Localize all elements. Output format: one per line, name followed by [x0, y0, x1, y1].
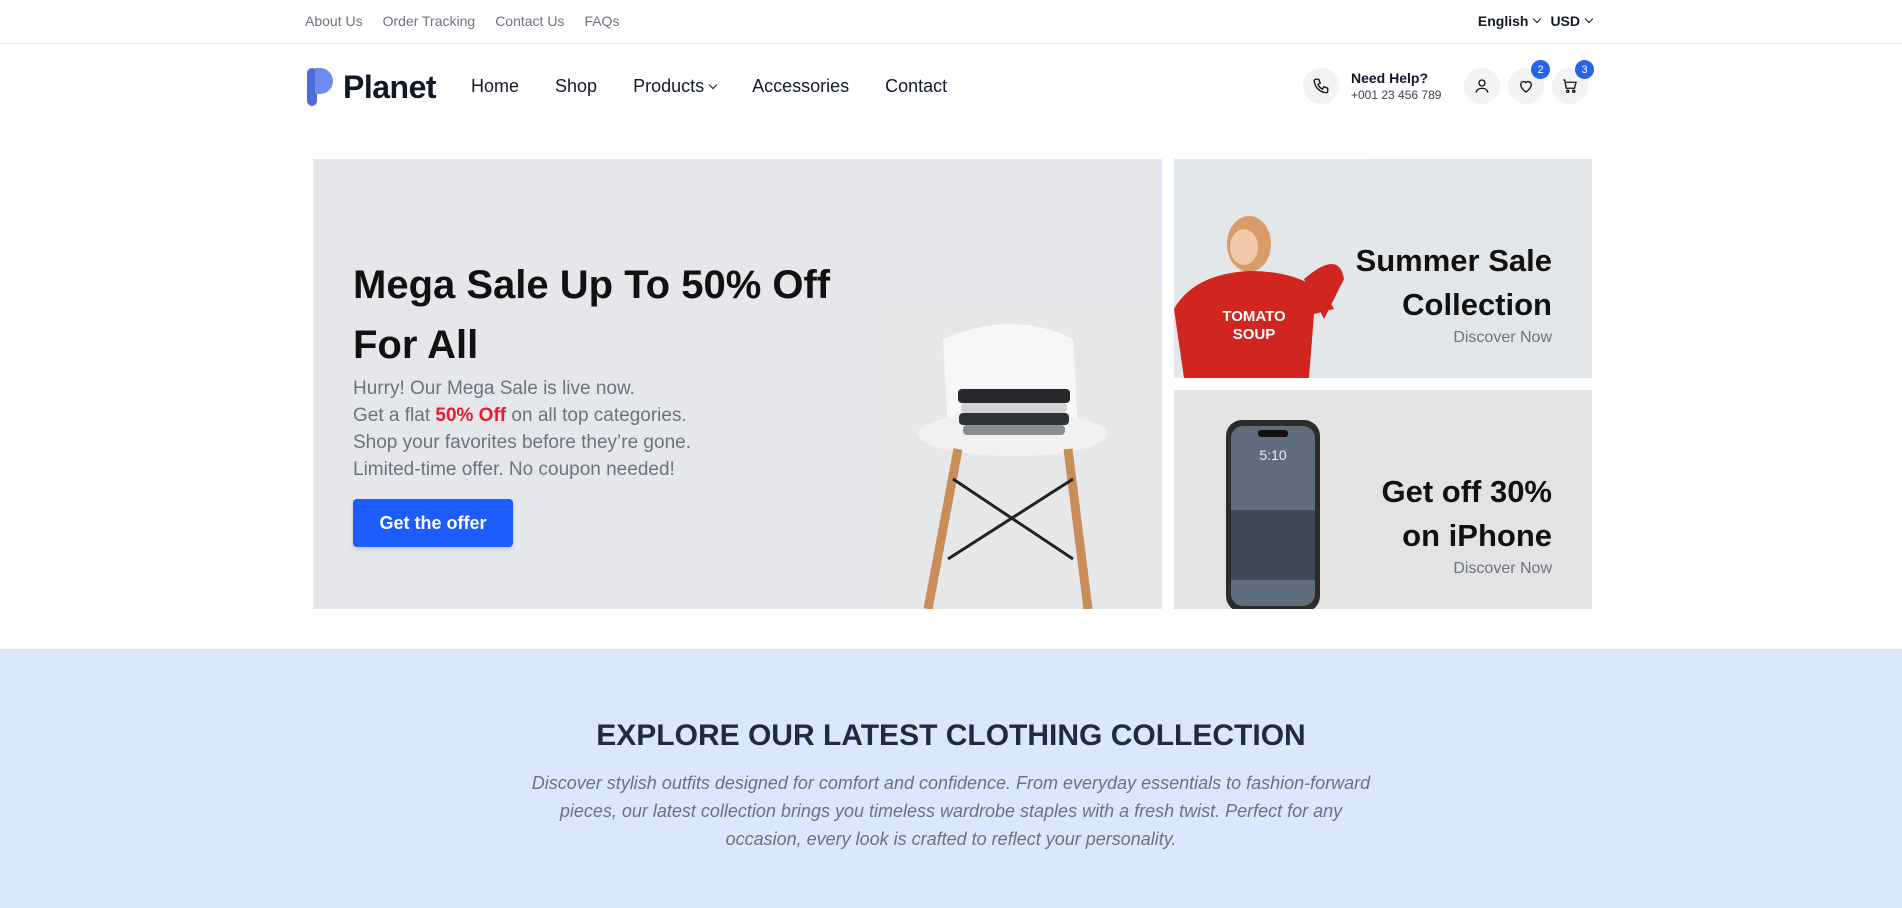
iphone-discover-link[interactable]: Discover Now — [1453, 560, 1552, 578]
wishlist-button[interactable]: 2 — [1508, 60, 1550, 104]
nav-accessories[interactable]: Accessories — [752, 76, 849, 97]
top-links: About Us Order Tracking Contact Us FAQs — [305, 13, 619, 29]
heart-icon — [1520, 80, 1532, 93]
hero-line-2: Get a flat 50% Off on all top categories… — [353, 402, 691, 429]
top-bar: About Us Order Tracking Contact Us FAQs … — [0, 0, 1902, 44]
help-phone: +001 23 456 789 — [1351, 88, 1442, 102]
explore-title: EXPLORE OUR LATEST CLOTHING COLLECTION — [596, 719, 1306, 752]
account-button[interactable] — [1464, 68, 1500, 104]
help-contact[interactable]: Need Help? +001 23 456 789 — [1303, 68, 1441, 104]
woman-image: TOMATO SOUP — [1174, 159, 1374, 378]
cart-icon — [1563, 79, 1577, 94]
chevron-down-icon — [1533, 14, 1542, 24]
main-header: Planet Home Shop Products Accessories Co… — [0, 44, 1902, 130]
get-offer-button[interactable]: Get the offer — [353, 499, 513, 547]
shirt-text-1: TOMATO — [1222, 308, 1286, 325]
nav-home[interactable]: Home — [471, 76, 519, 97]
shirt-text-2: SOUP — [1233, 326, 1276, 343]
about-us-link[interactable]: About Us — [305, 13, 363, 29]
hero-discount-highlight: 50% Off — [435, 405, 507, 426]
summer-sale-card[interactable]: TOMATO SOUP Summer Sale Collection Disco… — [1174, 159, 1592, 378]
language-label: English — [1477, 13, 1529, 29]
hero-line-4: Limited-time offer. No coupon needed! — [353, 459, 675, 480]
hero-line-3: Shop your favorites before they’re gone. — [353, 432, 691, 453]
chair-image — [873, 299, 1162, 609]
nav-shop[interactable]: Shop — [555, 76, 597, 97]
summer-sale-title: Summer Sale Collection — [1356, 239, 1552, 327]
order-tracking-link[interactable]: Order Tracking — [383, 13, 476, 29]
logo-text: Planet — [343, 68, 437, 105]
hero-description: Hurry! Our Mega Sale is live now. Get a … — [353, 375, 691, 483]
summer-sale-title-line-1: Summer Sale — [1355, 243, 1552, 278]
iphone-offer-title-line-2: on iPhone — [1402, 518, 1552, 553]
hero-line-2-prefix: Get a flat — [353, 405, 436, 426]
explore-description: Discover stylish outfits designed for co… — [531, 773, 1371, 849]
explore-section: EXPLORE OUR LATEST CLOTHING COLLECTION D… — [0, 649, 1902, 908]
logo[interactable]: Planet — [307, 68, 437, 106]
phone-icon — [1303, 68, 1339, 104]
currency-label: USD — [1550, 13, 1580, 29]
faqs-link[interactable]: FAQs — [584, 13, 619, 29]
chevron-down-icon — [708, 80, 718, 89]
chevron-down-icon — [1584, 14, 1594, 24]
nav-products-label: Products — [633, 76, 705, 96]
locale-selectors: English USD — [1477, 13, 1594, 29]
summer-sale-discover-link[interactable]: Discover Now — [1453, 329, 1552, 347]
summer-sale-title-line-2: Collection — [1402, 287, 1552, 322]
contact-us-link[interactable]: Contact Us — [495, 13, 564, 29]
hero-title: Mega Sale Up To 50% Off For All — [353, 263, 831, 367]
nav-contact[interactable]: Contact — [885, 76, 947, 97]
currency-select[interactable]: USD — [1550, 13, 1594, 29]
iphone-offer-title-line-1: Get off 30% — [1381, 474, 1552, 509]
user-icon — [1475, 79, 1489, 93]
cart-button[interactable]: 3 — [1552, 60, 1594, 104]
logo-icon — [307, 68, 333, 106]
nav-products[interactable]: Products — [633, 76, 718, 97]
hero-banner: Mega Sale Up To 50% Off For All Hurry! O… — [313, 159, 1162, 609]
header-icons: 2 3 — [1464, 60, 1594, 104]
iphone-image: 5:10 — [1174, 390, 1374, 609]
help-title: Need Help? — [1351, 70, 1429, 86]
help-text: Need Help? +001 23 456 789 — [1351, 70, 1441, 102]
language-select[interactable]: English — [1477, 13, 1542, 29]
wishlist-count-badge: 2 — [1531, 60, 1550, 79]
main-nav: Home Shop Products Accessories Contact — [471, 76, 947, 97]
hero-line-1: Hurry! Our Mega Sale is live now. — [353, 378, 635, 399]
iphone-offer-title: Get off 30% on iPhone — [1381, 470, 1552, 558]
hero-line-2-suffix: on all top categories. — [506, 405, 687, 426]
cart-count-badge: 3 — [1575, 60, 1594, 79]
iphone-offer-card[interactable]: 5:10 Get off 30% on iPhone Discover Now — [1174, 390, 1592, 609]
phone-clock: 5:10 — [1259, 447, 1286, 463]
